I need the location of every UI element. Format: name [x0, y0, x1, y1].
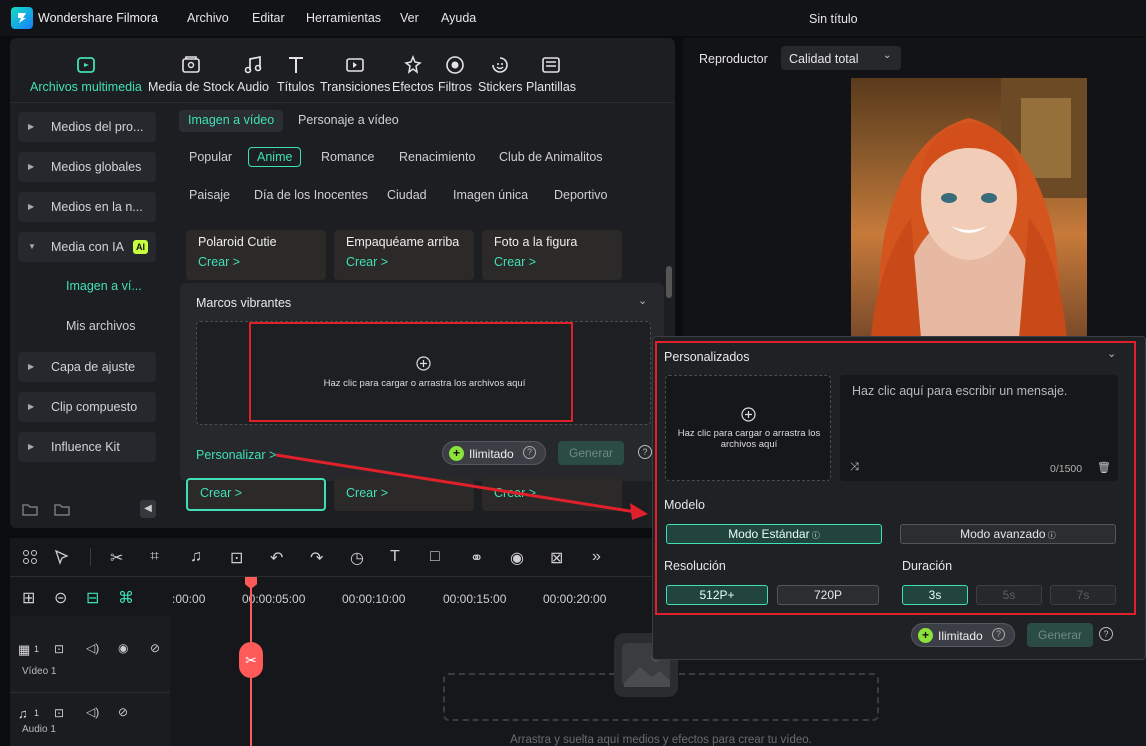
- annotation-arrow: [275, 453, 648, 520]
